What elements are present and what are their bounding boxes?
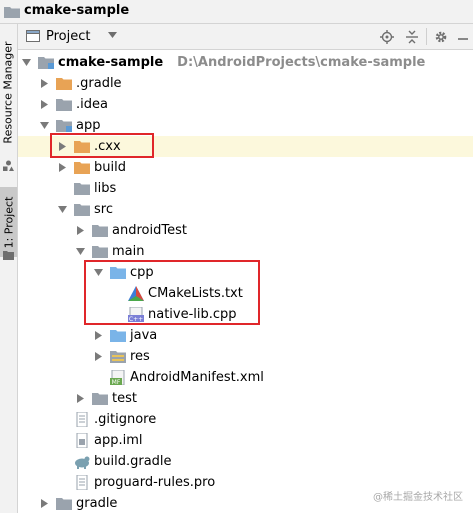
chevron-down-icon[interactable] (22, 58, 31, 67)
project-view-icon (26, 30, 40, 42)
highlight-box-cxx (50, 133, 154, 158)
resource-manager-tab[interactable]: Resource Manager (0, 30, 17, 154)
watermark: @稀土掘金技术社区 (373, 492, 463, 503)
gray-folder-icon (92, 246, 108, 258)
chevron-right-icon[interactable] (76, 226, 85, 235)
locate-button[interactable] (378, 28, 396, 46)
chevron-right-icon[interactable] (58, 163, 67, 172)
tree-row[interactable]: .gitignore (18, 409, 473, 430)
settings-button[interactable] (432, 28, 450, 46)
tree-row[interactable]: res (18, 346, 473, 367)
tree-item-label: .gradle (76, 76, 122, 91)
tree-row[interactable]: androidTest (18, 220, 473, 241)
orange-folder-icon (56, 78, 72, 90)
tree-row[interactable]: MF AndroidManifest.xml (18, 367, 473, 388)
gear-icon (435, 31, 447, 43)
tree-item-label: java (130, 328, 158, 343)
chevron-right-icon[interactable] (40, 79, 49, 88)
chevron-down-icon[interactable] (58, 205, 67, 214)
blue-folder-icon (110, 330, 126, 342)
iml-file-icon (76, 433, 88, 448)
project-tool-icon (3, 251, 14, 260)
minimize-button[interactable] (454, 28, 472, 46)
orange-folder-icon (74, 162, 90, 174)
view-selector-label[interactable]: Project (46, 29, 90, 44)
chevron-right-icon[interactable] (40, 499, 49, 508)
gray-folder-icon (74, 204, 90, 216)
project-toolbar: Project (18, 24, 473, 50)
minimize-icon (458, 38, 468, 40)
tree-item-label: app.iml (94, 433, 143, 448)
tree-row[interactable]: src (18, 199, 473, 220)
chevron-right-icon[interactable] (40, 100, 49, 109)
tree-row[interactable]: cmake-sample D:\AndroidProjects\cmake-sam… (18, 52, 473, 73)
resource-manager-icon (3, 160, 14, 171)
tree-row[interactable]: java (18, 325, 473, 346)
tree-item-label: main (112, 244, 145, 259)
chevron-right-icon[interactable] (76, 394, 85, 403)
collapse-all-button[interactable] (403, 28, 421, 46)
module-folder-icon (38, 57, 54, 69)
tree-row[interactable]: app.iml (18, 430, 473, 451)
gray-folder-icon (92, 393, 108, 405)
res-folder-icon (110, 351, 126, 363)
tree-row[interactable]: .gradle (18, 73, 473, 94)
module-folder-icon (56, 120, 72, 132)
folder-icon (4, 7, 20, 18)
gray-folder-icon (56, 498, 72, 510)
tree-row[interactable]: build.gradle (18, 451, 473, 472)
tree-row[interactable]: main (18, 241, 473, 262)
tree-item-label: proguard-rules.pro (94, 475, 216, 490)
project-tab-label: 1: Project (2, 196, 15, 248)
gray-folder-icon (56, 99, 72, 111)
locate-icon (380, 30, 394, 44)
tree-item-label: gradle (76, 496, 118, 511)
tree-row[interactable]: .idea (18, 94, 473, 115)
tree-item-label: .gitignore (94, 412, 157, 427)
tree-item-label: build.gradle (94, 454, 172, 469)
text-file-icon (76, 475, 88, 490)
toolbar-divider (426, 28, 427, 45)
project-path: D:\AndroidProjects\cmake-sample (177, 55, 426, 70)
highlight-box-cpp (84, 260, 260, 325)
window-title: cmake-sample (24, 3, 130, 18)
tree-item-label: src (94, 202, 113, 217)
tree-item-label: libs (94, 181, 117, 196)
tree-item-label: test (112, 391, 137, 406)
project-tree: cmake-sample D:\AndroidProjects\cmake-sam… (18, 50, 473, 513)
text-file-icon (76, 412, 88, 427)
tree-row[interactable]: libs (18, 178, 473, 199)
collapse-all-icon (406, 30, 418, 44)
tree-item-label: build (94, 160, 126, 175)
tree-row[interactable]: test (18, 388, 473, 409)
gray-folder-icon (92, 225, 108, 237)
chevron-down-icon[interactable] (108, 32, 117, 38)
tree-item-label: AndroidManifest.xml (130, 370, 264, 385)
manifest-file-icon: MF (110, 370, 125, 385)
gradle-file-icon (75, 456, 90, 469)
chevron-down-icon[interactable] (76, 247, 85, 256)
tree-item-label: app (76, 118, 101, 133)
tree-item-label: .idea (76, 97, 108, 112)
resource-manager-label: Resource Manager (2, 40, 16, 144)
left-tool-stripe: Resource Manager 1: Project (0, 24, 18, 513)
chevron-down-icon[interactable] (40, 121, 49, 130)
svg-text:MF: MF (112, 379, 121, 385)
tree-item-label: res (130, 349, 150, 364)
title-bar: cmake-sample (0, 0, 473, 24)
gray-folder-icon (74, 183, 90, 195)
tree-item-label: cmake-sample D:\AndroidProjects\cmake-sam… (58, 55, 426, 70)
tree-item-label: androidTest (112, 223, 187, 238)
tree-row[interactable]: build (18, 157, 473, 178)
chevron-right-icon[interactable] (94, 331, 103, 340)
project-tab[interactable]: 1: Project (0, 187, 17, 257)
chevron-right-icon[interactable] (94, 352, 103, 361)
